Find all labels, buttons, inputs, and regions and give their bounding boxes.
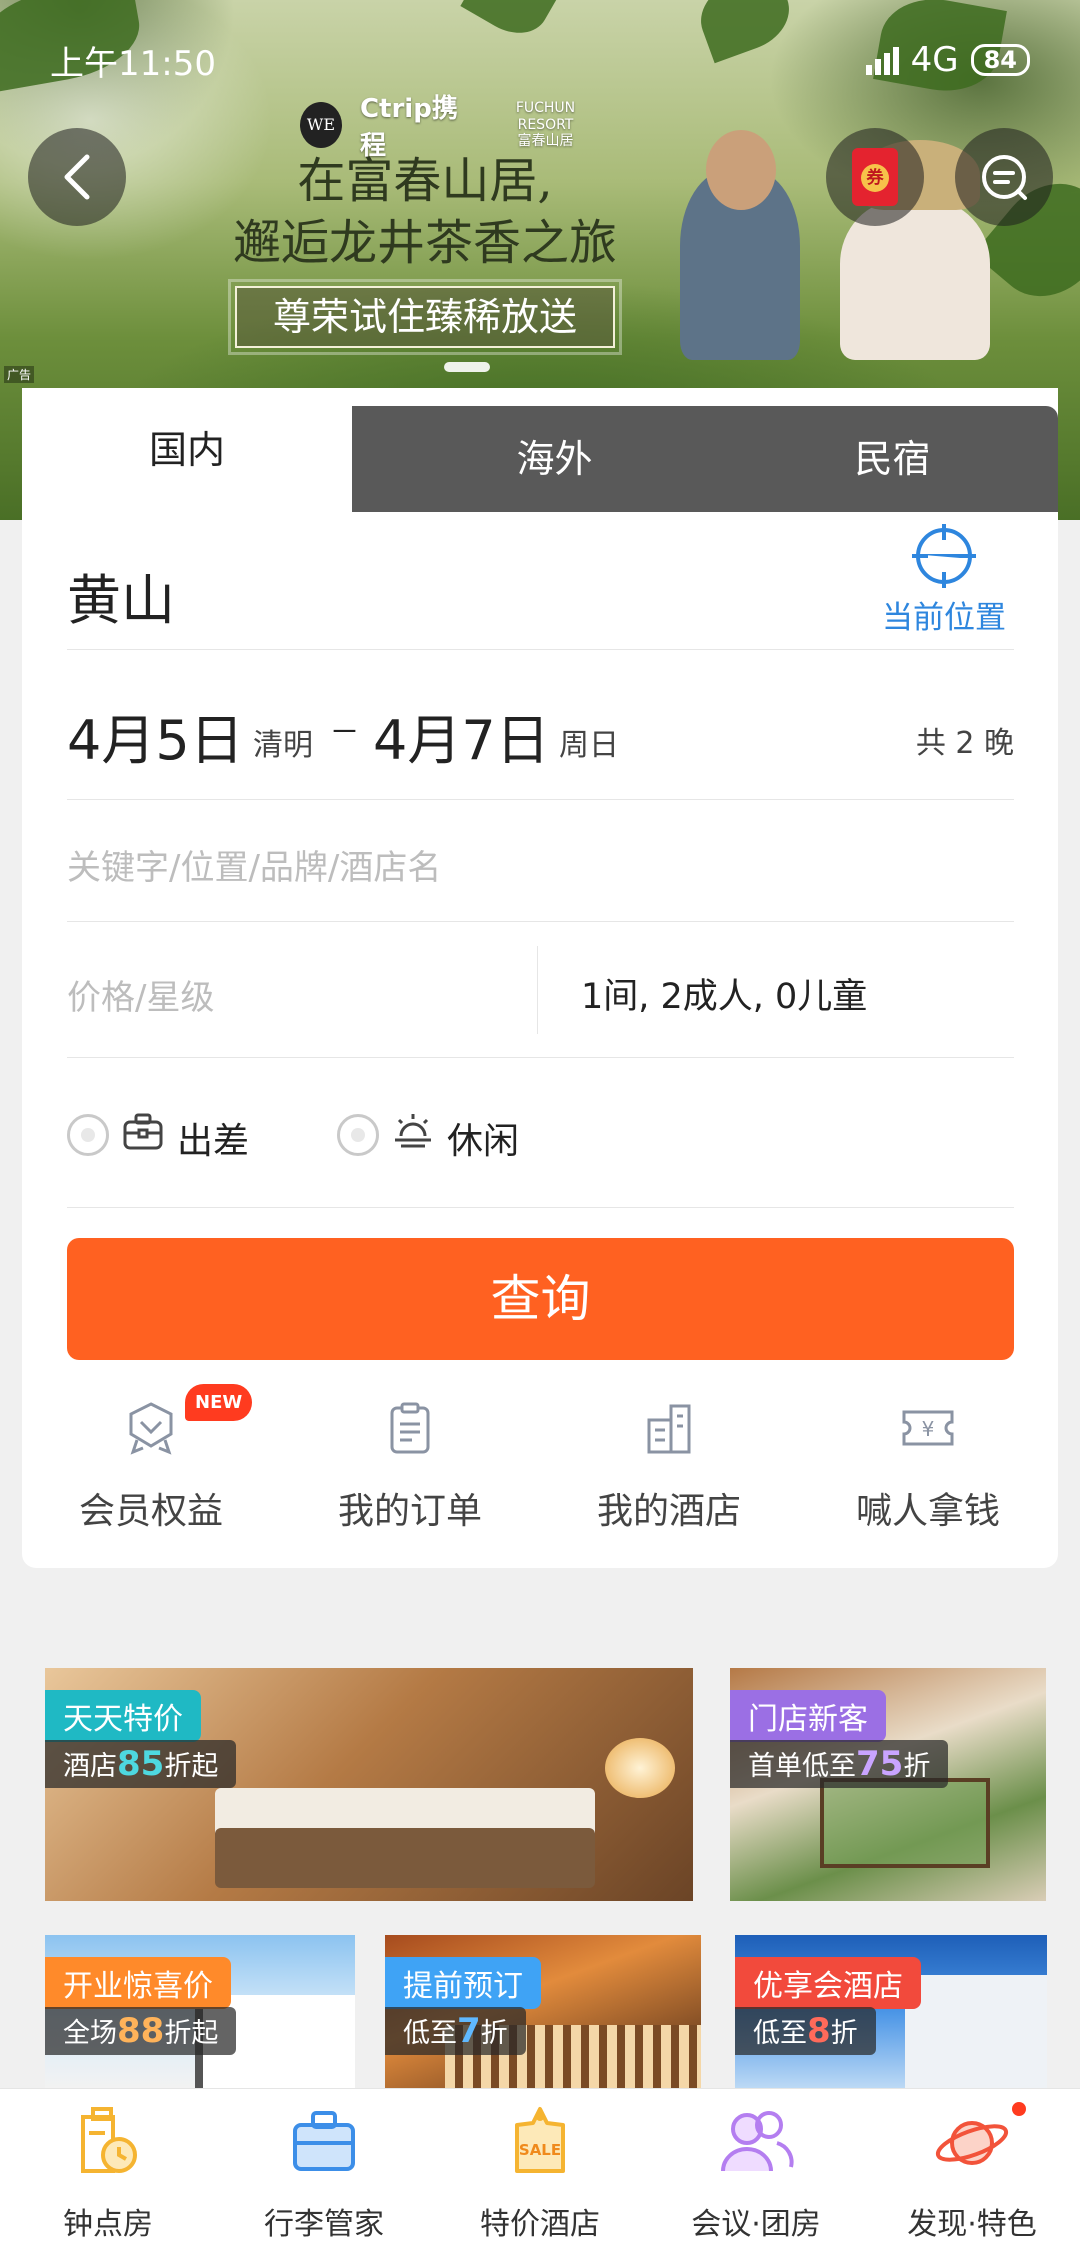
chat-bubble-icon [982,155,1027,200]
promo-grand-opening[interactable]: 开业惊喜价 全场88折起 [45,1935,355,2088]
message-button[interactable] [955,128,1053,226]
promo-early-booking[interactable]: 提前预订 低至7折 [385,1935,701,2088]
business-label[interactable]: 出差 [177,1112,249,1164]
date-dash: – [331,696,358,759]
trip-purpose-row: 出差 休闲 [67,1058,1014,1208]
svg-text:¥: ¥ [922,1417,935,1441]
coupon-icon-label: 券 [861,164,889,192]
search-button[interactable]: 查询 [67,1238,1014,1360]
city-row[interactable]: 黄山 当前位置 [67,512,1014,650]
battery-indicator: 84 [970,44,1030,76]
banner-subtitle: 尊荣试住臻稀放送 [228,279,622,355]
chevron-left-icon [64,154,90,200]
nav-label: 会议·团房 [691,2207,821,2242]
svg-text:SALE: SALE [519,2141,561,2159]
banner-person-man-head [706,130,776,210]
nav-label: 发现·特色 [907,2207,1037,2242]
quick-link-label: 我的订单 [337,1491,482,1532]
promo-tag: 门店新客 [730,1690,886,1742]
banner-pager-indicator [444,362,490,372]
nav-special-hotels[interactable]: SALE 特价酒店 [432,2103,648,2243]
coupon-icon: 券 [852,148,898,206]
nav-discover[interactable]: 发现·特色 [864,2103,1080,2243]
promo-tag: 优享会酒店 [735,1957,921,2009]
keyword-row[interactable]: 关键字/位置/品牌/酒店名 [67,800,1014,922]
banner-title-line1: 在富春山居, [297,153,553,209]
promo-subtitle: 全场88折起 [45,2007,237,2055]
quick-link-label: 会员权益 [78,1491,223,1532]
date-row[interactable]: 4月5日 清明 – 4月7日 周日 共 2 晚 [67,650,1014,800]
status-time: 上午11:50 [50,43,216,84]
sale-tag-icon: SALE [515,2107,565,2173]
crosshair-icon [916,528,972,584]
bottom-nav: 钟点房 行李管家 SALE 特价酒店 会议·团房 发现·特色 [0,2088,1080,2248]
back-button[interactable] [28,128,126,226]
promo-subtitle: 低至7折 [385,2007,526,2055]
quick-link-label: 喊人拿钱 [855,1491,1000,1532]
nav-meeting-group[interactable]: 会议·团房 [648,2103,864,2243]
current-location-button[interactable]: 当前位置 [874,528,1014,637]
nav-label: 钟点房 [63,2207,153,2242]
promo-subtitle: 低至8折 [735,2007,876,2055]
hourly-room-icon [81,2107,137,2173]
promo-new-guest[interactable]: 门店新客 首单低至75折 [730,1668,1046,1901]
member-badge-icon [129,1402,173,1455]
leisure-radio[interactable] [337,1114,379,1156]
leisure-label[interactable]: 休闲 [447,1112,519,1164]
divider [537,946,538,1034]
check-out-date[interactable]: 4月7日 [373,696,550,775]
meeting-group-icon [721,2111,794,2172]
check-out-note: 周日 [559,728,619,763]
hotel-building-icon [647,1404,691,1454]
check-in-date[interactable]: 4月5日 [67,696,244,775]
promo-tag: 提前预订 [385,1957,541,2009]
keyword-input[interactable]: 关键字/位置/品牌/酒店名 [67,840,441,889]
banner-title: 在富春山居, 邂逅龙井茶香之旅 [205,150,645,274]
current-location-label: 当前位置 [882,600,1006,636]
banner-title-line2: 邂逅龙井茶香之旅 [232,215,617,271]
coupon-button[interactable]: 券 [826,128,924,226]
promo-tag: 天天特价 [45,1690,201,1742]
banner-logo-we: WE [300,102,342,148]
sun-cloud-icon [395,1114,431,1148]
ad-tag: 广告 [4,366,35,383]
nav-label: 行李管家 [264,2207,384,2242]
promo-premium-hotel[interactable]: 优享会酒店 低至8折 [735,1935,1047,2088]
nav-luggage[interactable]: 行李管家 [216,2103,432,2243]
quick-link-orders[interactable]: 我的订单 [295,1400,525,1534]
tab-domestic[interactable]: 国内 [22,388,352,512]
luggage-icon [293,2111,355,2171]
tab-overseas[interactable]: 海外 [382,406,727,512]
notification-dot [1012,2102,1026,2116]
order-clipboard-icon [390,1402,430,1454]
nav-label: 特价酒店 [480,2207,600,2242]
nights-count: 共 2 晚 [915,726,1014,761]
banner-logo-fuchun: FUCHUN RESORT 富春山居 [515,99,576,150]
quick-link-label: 我的酒店 [596,1491,741,1532]
promo-daily-deal[interactable]: 天天特价 酒店85折起 [45,1668,693,1901]
quick-link-my-hotels[interactable]: 我的酒店 [554,1400,784,1534]
tab-homestay[interactable]: 民宿 [720,406,1065,512]
nav-hourly-room[interactable]: 钟点房 [0,2103,216,2243]
city-name[interactable]: 黄山 [67,556,175,635]
region-tabs: 国内 海外 民宿 [22,388,1058,512]
briefcase-icon [123,1113,163,1150]
promo-subtitle: 首单低至75折 [730,1740,949,1788]
signal-icon [865,45,899,75]
promo-tag: 开业惊喜价 [45,1957,231,2009]
promo-subtitle: 酒店85折起 [45,1740,237,1788]
network-type: 4G [910,40,959,80]
check-in-note: 清明 [253,728,313,763]
new-badge: NEW [185,1384,253,1421]
business-radio[interactable] [67,1114,109,1156]
room-guest-selector[interactable]: 1间, 2成人, 0儿童 [581,968,867,1019]
price-guest-row: 价格/星级 1间, 2成人, 0儿童 [67,922,1014,1058]
quick-link-refer-earn[interactable]: ¥ 喊人拿钱 [813,1400,1043,1534]
status-bar: 上午11:50 4G 84 [50,36,1030,84]
planet-discover-icon [935,2121,1009,2165]
price-star-input[interactable]: 价格/星级 [67,970,214,1019]
yen-ticket-icon: ¥ [902,1410,954,1446]
